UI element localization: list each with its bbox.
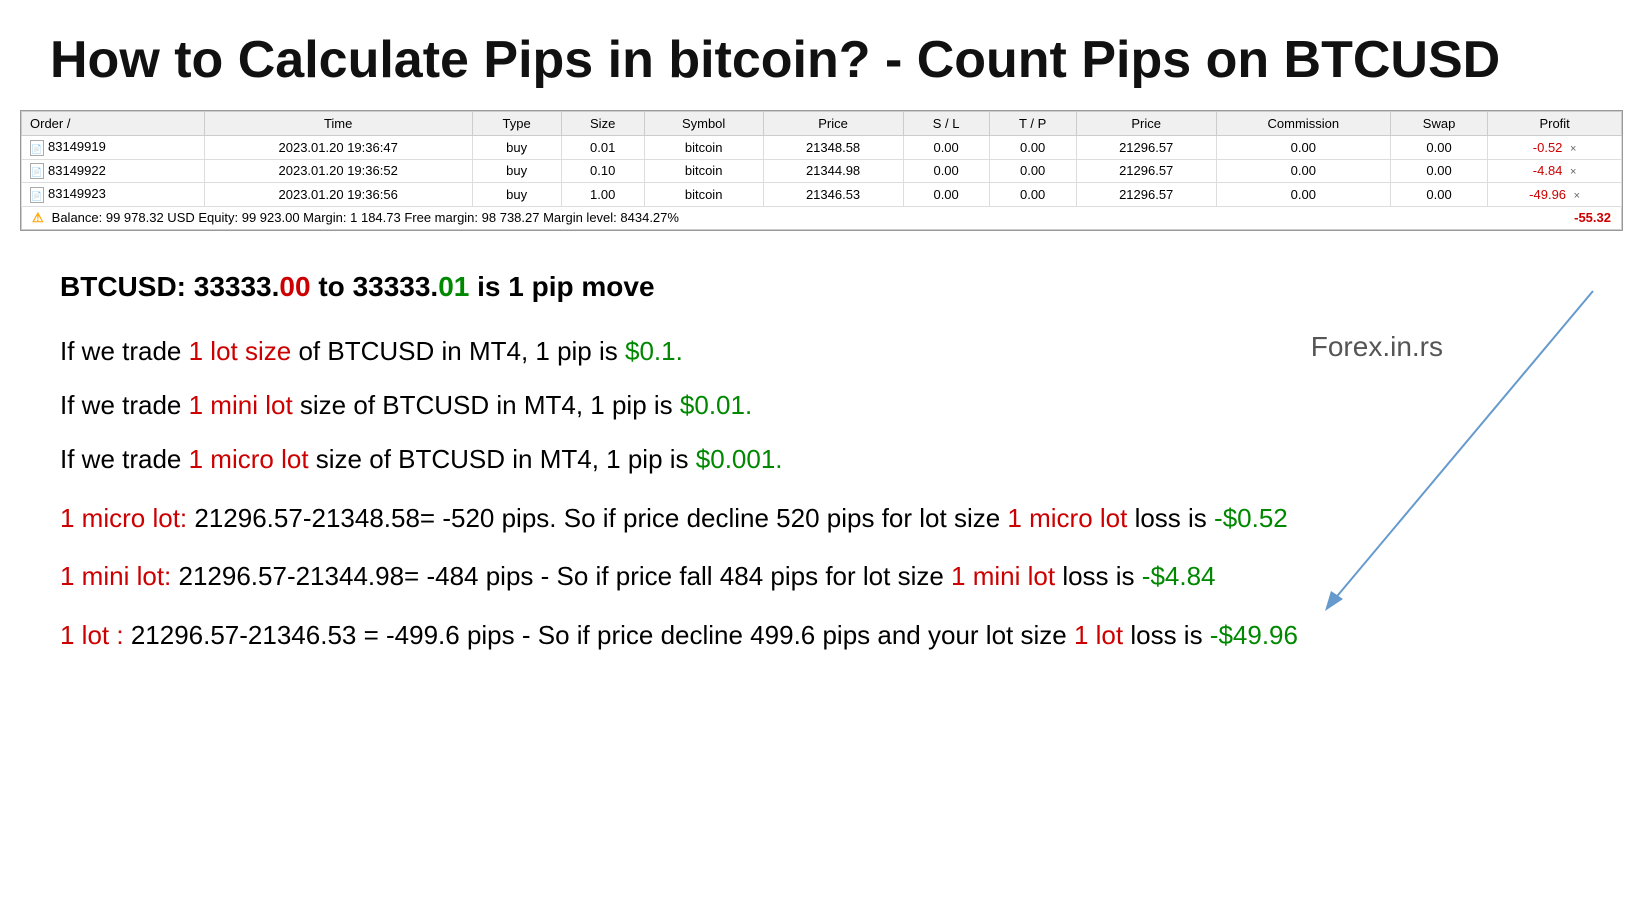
table-header-row: Order / Time Type Size Symbol Price S / …: [22, 112, 1622, 136]
cell-sl: 0.00: [903, 183, 989, 207]
cell-tp: 0.00: [989, 136, 1076, 160]
warning-icon: ⚠: [32, 210, 44, 226]
total-profit: -55.32: [1574, 210, 1611, 225]
table-row: 📄83149923 2023.01.20 19:36:56 buy 1.00 b…: [22, 183, 1622, 207]
pip-to-black: 33333.: [353, 271, 439, 302]
col-order: Order /: [22, 112, 205, 136]
pip-from-black: 33333.: [194, 271, 280, 302]
cell-type: buy: [472, 183, 561, 207]
calc1-text: 21296.57-21348.58= -520 pips. So if pric…: [187, 503, 1007, 533]
cell-price-open: 21346.53: [763, 183, 903, 207]
pip-from-red: 00: [279, 271, 310, 302]
pip-to-green: 01: [438, 271, 469, 302]
cell-time: 2023.01.20 19:36:56: [204, 183, 472, 207]
calc3-value: -$49.96: [1210, 620, 1298, 650]
cell-commission: 0.00: [1216, 183, 1390, 207]
cell-type: buy: [472, 136, 561, 160]
calc3-loss: loss is: [1123, 620, 1210, 650]
pip-suffix: is 1 pip move: [469, 271, 654, 302]
cell-commission: 0.00: [1216, 136, 1390, 160]
calc1-line: 1 micro lot: 21296.57-21348.58= -520 pip…: [60, 500, 1583, 536]
close-icon[interactable]: ×: [1574, 190, 1580, 202]
page-title: How to Calculate Pips in bitcoin? - Coun…: [0, 0, 1643, 110]
trade-table-container: Order / Time Type Size Symbol Price S / …: [20, 110, 1623, 231]
calc1-loss: loss is: [1127, 503, 1214, 533]
col-profit: Profit: [1488, 112, 1622, 136]
calc3-prefix: 1 lot :: [60, 620, 124, 650]
calc2-loss: loss is: [1055, 561, 1142, 591]
lot1-highlight: 1 lot size: [189, 336, 292, 366]
pip-separator: to: [311, 271, 353, 302]
calc1-prefix: 1 micro lot:: [60, 503, 187, 533]
col-price2: Price: [1076, 112, 1216, 136]
calc2-text: 21296.57-21344.98= -484 pips - So if pri…: [179, 561, 952, 591]
cell-swap: 0.00: [1390, 136, 1487, 160]
cell-order: 📄83149922: [22, 159, 205, 183]
lot3-value: $0.001.: [696, 444, 783, 474]
cell-price-current: 21296.57: [1076, 136, 1216, 160]
cell-order: 📄83149923: [22, 183, 205, 207]
pip-move-line: BTCUSD: 33333.00 to 33333.01 is 1 pip mo…: [60, 271, 1583, 303]
cell-profit: -4.84 ×: [1488, 159, 1622, 183]
cell-time: 2023.01.20 19:36:52: [204, 159, 472, 183]
content-area: Forex.in.rs BTCUSD: 33333.00 to 33333.01…: [0, 231, 1643, 695]
calc1-lot: 1 micro lot: [1007, 503, 1127, 533]
trade-table: Order / Time Type Size Symbol Price S / …: [21, 111, 1622, 207]
col-type: Type: [472, 112, 561, 136]
col-tp: T / P: [989, 112, 1076, 136]
cell-size: 0.10: [561, 159, 644, 183]
col-time: Time: [204, 112, 472, 136]
calc3-lot: 1 lot: [1074, 620, 1123, 650]
table-row: 📄83149922 2023.01.20 19:36:52 buy 0.10 b…: [22, 159, 1622, 183]
cell-price-open: 21344.98: [763, 159, 903, 183]
lot2-value: $0.01.: [680, 390, 752, 420]
col-commission: Commission: [1216, 112, 1390, 136]
calc2-value: -$4.84: [1142, 561, 1216, 591]
cell-symbol: bitcoin: [644, 159, 763, 183]
cell-price-current: 21296.57: [1076, 159, 1216, 183]
col-sl: S / L: [903, 112, 989, 136]
status-bar: ⚠ Balance: 99 978.32 USD Equity: 99 923.…: [21, 207, 1622, 230]
close-icon[interactable]: ×: [1570, 143, 1576, 155]
cell-sl: 0.00: [903, 159, 989, 183]
cell-price-open: 21348.58: [763, 136, 903, 160]
cell-sl: 0.00: [903, 136, 989, 160]
cell-swap: 0.00: [1390, 159, 1487, 183]
cell-order: 📄83149919: [22, 136, 205, 160]
col-size: Size: [561, 112, 644, 136]
cell-size: 0.01: [561, 136, 644, 160]
cell-tp: 0.00: [989, 159, 1076, 183]
cell-profit: -0.52 ×: [1488, 136, 1622, 160]
calc1-value: -$0.52: [1214, 503, 1288, 533]
col-swap: Swap: [1390, 112, 1487, 136]
cell-type: buy: [472, 159, 561, 183]
calc2-prefix: 1 mini lot:: [60, 561, 179, 591]
cell-profit: -49.96 ×: [1488, 183, 1622, 207]
watermark: Forex.in.rs: [1311, 331, 1443, 363]
cell-size: 1.00: [561, 183, 644, 207]
status-text: Balance: 99 978.32 USD Equity: 99 923.00…: [52, 210, 679, 225]
calc3-line: 1 lot : 21296.57-21346.53 = -499.6 pips …: [60, 617, 1583, 653]
cell-tp: 0.00: [989, 183, 1076, 207]
cell-symbol: bitcoin: [644, 183, 763, 207]
col-symbol: Symbol: [644, 112, 763, 136]
lot3-line: If we trade 1 micro lot size of BTCUSD i…: [60, 441, 1583, 477]
calc2-line: 1 mini lot: 21296.57-21344.98= -484 pips…: [60, 558, 1583, 594]
calc3-text: 21296.57-21346.53 = -499.6 pips - So if …: [124, 620, 1074, 650]
close-icon[interactable]: ×: [1570, 166, 1576, 178]
cell-commission: 0.00: [1216, 159, 1390, 183]
calc2-lot: 1 mini lot: [951, 561, 1055, 591]
table-row: 📄83149919 2023.01.20 19:36:47 buy 0.01 b…: [22, 136, 1622, 160]
lot2-line: If we trade 1 mini lot size of BTCUSD in…: [60, 387, 1583, 423]
cell-swap: 0.00: [1390, 183, 1487, 207]
cell-price-current: 21296.57: [1076, 183, 1216, 207]
lot3-highlight: 1 micro lot: [189, 444, 309, 474]
cell-symbol: bitcoin: [644, 136, 763, 160]
cell-time: 2023.01.20 19:36:47: [204, 136, 472, 160]
lot2-highlight: 1 mini lot: [189, 390, 293, 420]
col-price: Price: [763, 112, 903, 136]
pip-move-prefix: BTCUSD:: [60, 271, 194, 302]
lot1-value: $0.1.: [625, 336, 683, 366]
